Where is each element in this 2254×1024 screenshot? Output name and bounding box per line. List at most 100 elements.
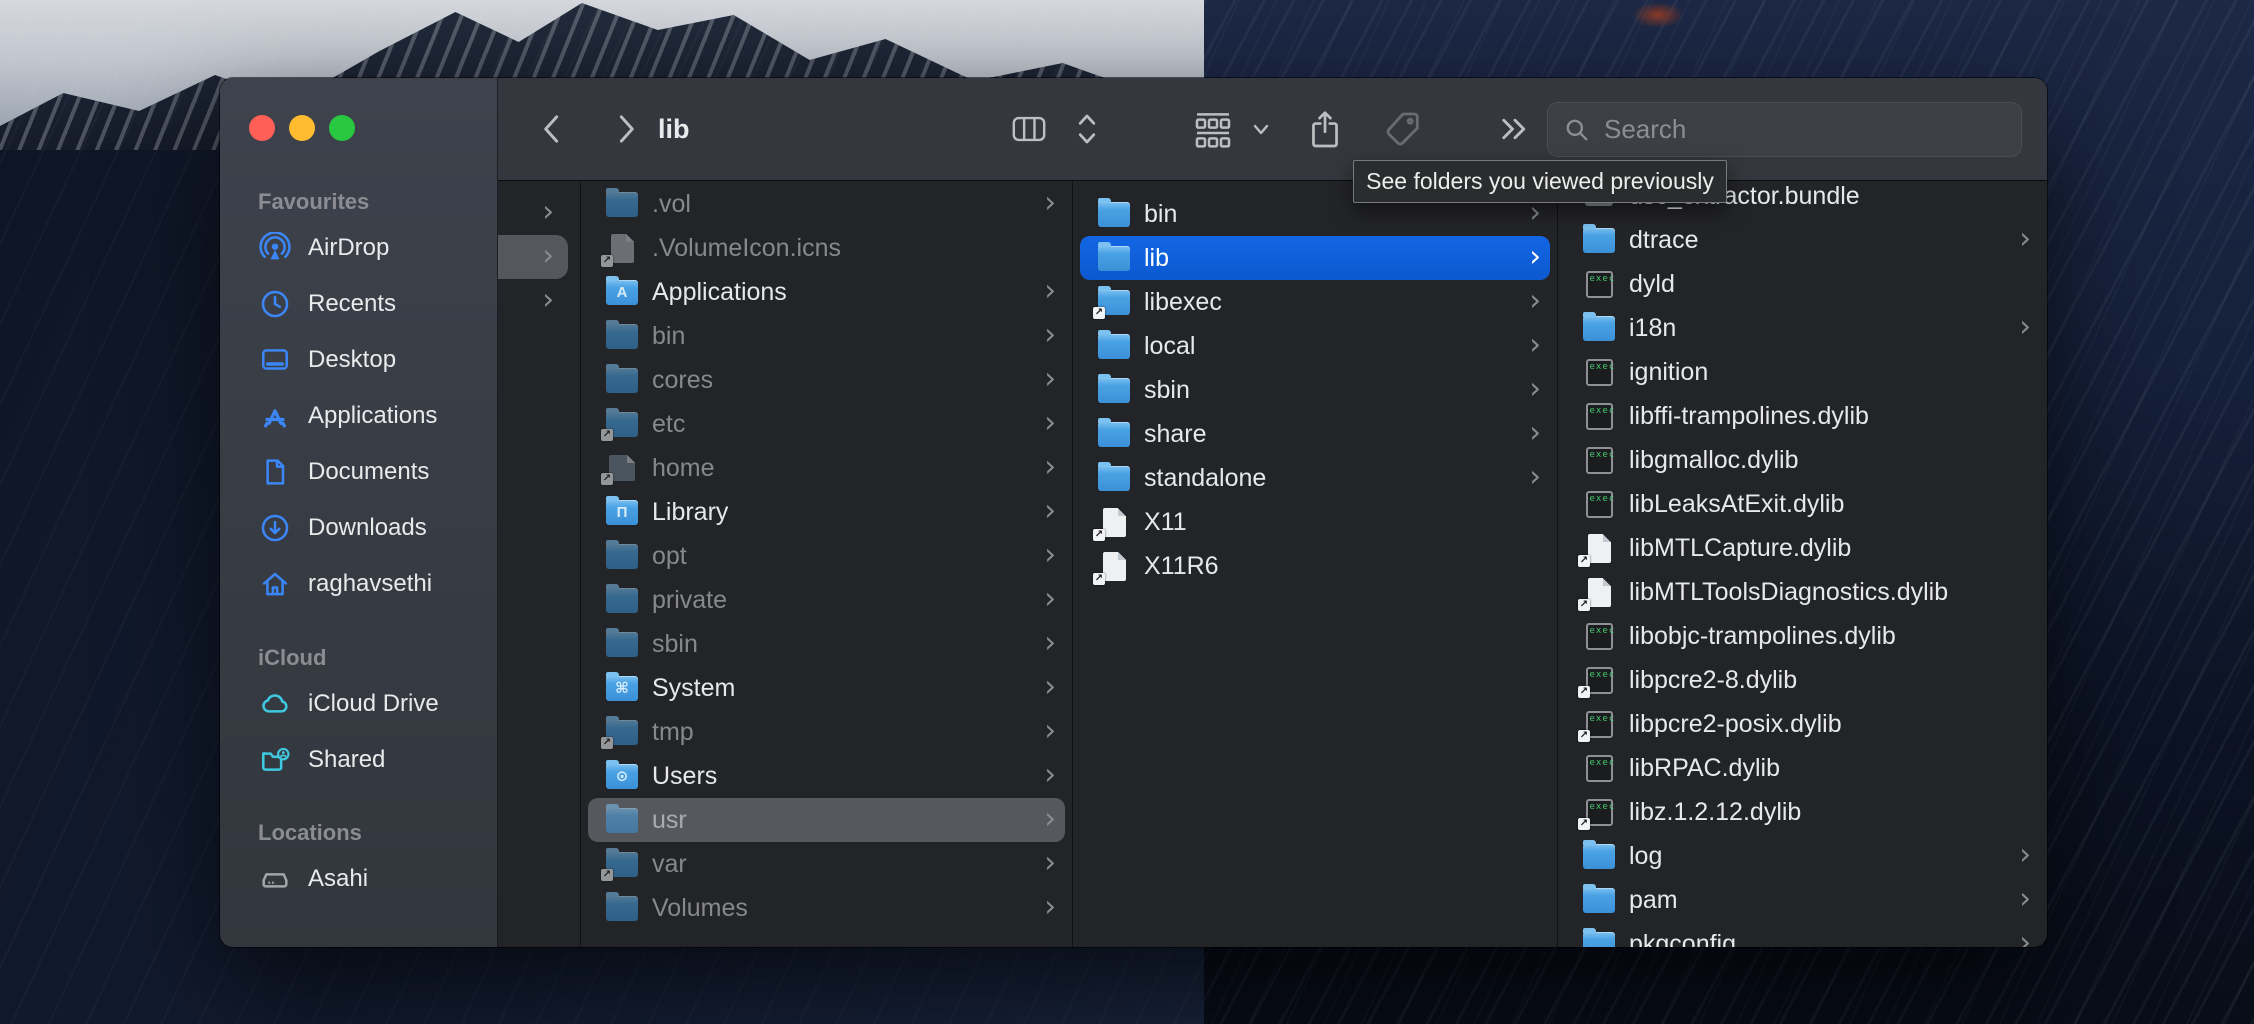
group-menu-chevron[interactable] xyxy=(1250,78,1272,180)
folder-icon xyxy=(605,896,639,921)
file-row[interactable]: libffi-trampolines.dylib xyxy=(1558,394,2047,438)
file-name: ignition xyxy=(1629,358,1708,387)
file-row[interactable]: dtrace› xyxy=(1558,218,2047,262)
view-mode-stepper[interactable] xyxy=(1074,78,1100,180)
sidebar-item-recents[interactable]: Recents xyxy=(220,276,497,332)
sidebar-item-asahi[interactable]: Asahi xyxy=(220,851,497,907)
shared-folder-icon xyxy=(258,743,292,777)
folder-glyph xyxy=(1098,466,1130,491)
chevron-right-icon: › xyxy=(2009,884,2031,913)
chevron-right-icon: › xyxy=(1519,286,1541,315)
file-row[interactable]: .vol› xyxy=(581,182,1072,226)
file-row[interactable]: libobjc-trampolines.dylib xyxy=(1558,614,2047,658)
list-item[interactable]: › xyxy=(498,235,568,279)
file-name: libpcre2-posix.dylib xyxy=(1629,710,1842,739)
file-row[interactable]: pkgconfig› xyxy=(1558,922,2047,947)
view-columns-button[interactable] xyxy=(1010,78,1048,180)
file-row[interactable]: ignition xyxy=(1558,350,2047,394)
file-name: share xyxy=(1144,420,1207,449)
file-name: Applications xyxy=(652,278,787,307)
file-row[interactable]: lib› xyxy=(1080,236,1550,280)
file-row[interactable]: ↗ X11 xyxy=(1073,500,1557,544)
share-button[interactable] xyxy=(1306,78,1344,180)
sidebar-item-raghavsethi[interactable]: raghavsethi xyxy=(220,556,497,612)
file-row[interactable]: log› xyxy=(1558,834,2047,878)
file-row[interactable]: Volumes› xyxy=(581,886,1072,930)
file-row[interactable]: private› xyxy=(581,578,1072,622)
sidebar-item-documents[interactable]: Documents xyxy=(220,444,497,500)
file-row[interactable]: ↗etc› xyxy=(581,402,1072,446)
folder-glyph xyxy=(1098,422,1130,447)
file-row[interactable]: cores› xyxy=(581,358,1072,402)
search-field[interactable] xyxy=(1547,102,2022,157)
file-row[interactable]: ↗X11R6 xyxy=(1073,544,1557,588)
list-item[interactable]: › xyxy=(498,191,580,235)
file-row[interactable]: pam› xyxy=(1558,878,2047,922)
file-row[interactable]: ↗libMTLCapture.dylib xyxy=(1558,526,2047,570)
file-row[interactable]: ΠLibrary› xyxy=(581,490,1072,534)
sidebar-section-label: Favourites xyxy=(220,184,497,220)
file-row[interactable]: ↗var› xyxy=(581,842,1072,886)
sidebar-item-label: raghavsethi xyxy=(308,570,432,598)
exec-icon xyxy=(1582,623,1616,650)
file-row[interactable]: AApplications› xyxy=(581,270,1072,314)
file-row[interactable]: usr› xyxy=(588,798,1065,842)
file-row[interactable]: local› xyxy=(1073,324,1557,368)
minimize-button[interactable] xyxy=(289,115,315,141)
file-name: sbin xyxy=(1144,376,1190,405)
file-row[interactable]: bin› xyxy=(581,314,1072,358)
group-button[interactable] xyxy=(1193,78,1233,180)
search-input[interactable] xyxy=(1602,113,2021,146)
folder-glyph xyxy=(1098,334,1130,359)
file-row[interactable]: ⌘System› xyxy=(581,666,1072,710)
sidebar-item-desktop[interactable]: Desktop xyxy=(220,332,497,388)
sidebar-item-shared[interactable]: Shared xyxy=(220,732,497,788)
sidebar-item-icloud-drive[interactable]: iCloud Drive xyxy=(220,676,497,732)
file-row[interactable]: standalone› xyxy=(1073,456,1557,500)
file-row[interactable]: sbin› xyxy=(581,622,1072,666)
document-glyph xyxy=(1103,552,1126,581)
executable-glyph xyxy=(1586,271,1613,298)
chevron-right-icon: › xyxy=(2009,224,2031,253)
alias-arrow-badge: ↗ xyxy=(1093,529,1105,541)
file-row[interactable]: share› xyxy=(1073,412,1557,456)
close-button[interactable] xyxy=(249,115,275,141)
document-icon xyxy=(258,455,292,489)
folder-icon xyxy=(1097,378,1131,403)
file-row[interactable]: libRPAC.dylib xyxy=(1558,746,2047,790)
file-row[interactable]: ↗libMTLToolsDiagnostics.dylib xyxy=(1558,570,2047,614)
chevron-right-icon: › xyxy=(1034,452,1056,481)
file-row[interactable]: i18n› xyxy=(1558,306,2047,350)
sidebar-item-downloads[interactable]: Downloads xyxy=(220,500,497,556)
file-row[interactable]: opt› xyxy=(581,534,1072,578)
chevron-right-icon: › xyxy=(1034,540,1056,569)
sidebar-item-label: AirDrop xyxy=(308,234,389,262)
folder-icon: ↗ xyxy=(605,852,639,877)
file-row[interactable]: ⊙Users› xyxy=(581,754,1072,798)
sidebar-item-airdrop[interactable]: AirDrop xyxy=(220,220,497,276)
file-row[interactable]: ↗.VolumeIcon.icns xyxy=(581,226,1072,270)
file-row[interactable]: sbin› xyxy=(1073,368,1557,412)
file-name: dyld xyxy=(1629,270,1675,299)
folder-icon xyxy=(605,368,639,393)
file-row[interactable]: dyld xyxy=(1558,262,2047,306)
list-item[interactable]: › xyxy=(498,279,580,323)
file-row[interactable]: ↗home› xyxy=(581,446,1072,490)
folder-glyph xyxy=(1583,316,1615,341)
sidebar-item-applications[interactable]: Applications xyxy=(220,388,497,444)
file-name: libexec xyxy=(1144,288,1222,317)
file-row[interactable]: ↗tmp› xyxy=(581,710,1072,754)
zoom-button[interactable] xyxy=(329,115,355,141)
cloud-icon xyxy=(258,687,292,721)
file-row[interactable]: libLeaksAtExit.dylib xyxy=(1558,482,2047,526)
back-button[interactable] xyxy=(536,78,570,180)
forward-button[interactable] xyxy=(608,78,642,180)
file-row[interactable]: ↗libpcre2-posix.dylib xyxy=(1558,702,2047,746)
file-row[interactable]: ↗libz.1.2.12.dylib xyxy=(1558,790,2047,834)
exec-icon xyxy=(1582,271,1616,298)
file-name: X11 xyxy=(1144,508,1187,537)
file-row[interactable]: ↗libexec› xyxy=(1073,280,1557,324)
file-row[interactable]: libgmalloc.dylib xyxy=(1558,438,2047,482)
folder-icon xyxy=(605,324,639,349)
file-row[interactable]: ↗libpcre2-8.dylib xyxy=(1558,658,2047,702)
